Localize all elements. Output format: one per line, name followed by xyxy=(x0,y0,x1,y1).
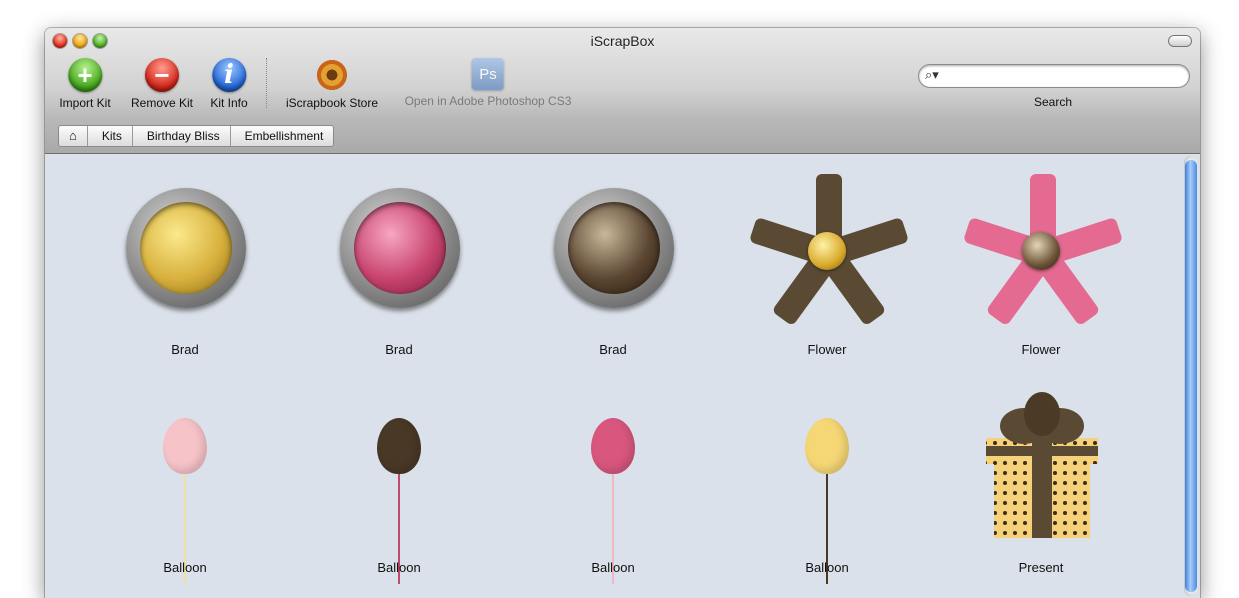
search-input[interactable] xyxy=(947,67,1181,85)
item-label: Balloon xyxy=(805,560,849,575)
info-icon: i xyxy=(211,58,246,92)
plus-icon: + xyxy=(67,58,102,92)
grid-item[interactable]: Balloon xyxy=(110,384,260,598)
toolbar-separator xyxy=(266,58,267,108)
photoshop-icon: Ps xyxy=(471,58,504,90)
breadcrumb-item-kits[interactable]: Kits xyxy=(88,126,133,146)
import-kit-button[interactable]: + Import Kit xyxy=(59,58,111,110)
import-kit-label: Import Kit xyxy=(59,96,111,110)
open-photoshop-label: Open in Adobe Photoshop CS3 xyxy=(404,94,572,108)
present-image xyxy=(986,392,1098,538)
item-label: Brad xyxy=(599,342,627,357)
item-label: Brad xyxy=(385,342,413,357)
item-label: Balloon xyxy=(163,560,207,575)
grid-item[interactable]: Flower xyxy=(748,154,910,384)
app-window: iScrapBox + Import Kit − Remove Kit i Ki… xyxy=(45,28,1200,598)
toolbar-area: iScrapBox + Import Kit − Remove Kit i Ki… xyxy=(45,28,1200,154)
grid-item[interactable]: Balloon xyxy=(752,384,902,598)
grid-item[interactable]: Present xyxy=(966,384,1116,598)
brad-pink-image xyxy=(340,188,460,308)
item-label: Balloon xyxy=(377,560,421,575)
breadcrumb-item-kit[interactable]: Birthday Bliss xyxy=(133,126,231,146)
grid-item[interactable]: Brad xyxy=(324,154,474,384)
toolbar-toggle-button[interactable] xyxy=(1168,35,1192,47)
balloon-yellow-image xyxy=(805,418,849,474)
grid-item[interactable]: Brad xyxy=(538,154,688,384)
remove-kit-label: Remove Kit xyxy=(130,96,194,110)
item-label: Present xyxy=(1018,560,1064,575)
store-label: iScrapbook Store xyxy=(285,96,379,110)
remove-kit-button[interactable]: − Remove Kit xyxy=(131,58,193,110)
kit-info-label: Kit Info xyxy=(210,96,248,110)
balloon-pink-image xyxy=(591,418,635,474)
open-photoshop-button[interactable]: Ps Open in Adobe Photoshop CS3 xyxy=(404,58,572,108)
item-label: Flower xyxy=(807,342,847,357)
breadcrumb: ⌂ Kits Birthday Bliss Embellishment xyxy=(58,125,335,147)
store-button[interactable]: iScrapbook Store xyxy=(286,58,378,110)
item-label: Balloon xyxy=(591,560,635,575)
grid-item[interactable]: Brad xyxy=(110,154,260,384)
item-label: Flower xyxy=(1021,342,1061,357)
home-icon[interactable]: ⌂ xyxy=(59,126,88,146)
grid-item[interactable]: Balloon xyxy=(324,384,474,598)
kit-info-button[interactable]: i Kit Info xyxy=(210,58,248,110)
brad-brown-image xyxy=(554,188,674,308)
brad-gold-image xyxy=(126,188,246,308)
balloon-brown-image xyxy=(377,418,421,474)
grid-item[interactable]: Balloon xyxy=(538,384,688,598)
flower-pink-image xyxy=(956,166,1126,336)
sunflower-icon xyxy=(315,58,349,92)
balloon-pale-pink-image xyxy=(163,418,207,474)
item-label: Brad xyxy=(171,342,199,357)
item-grid: Brad Brad Brad Flower Flower Balloon Bal… xyxy=(45,154,1182,598)
search-label: Search xyxy=(1033,95,1073,109)
search-field[interactable]: ⌕▾ xyxy=(918,64,1190,88)
vertical-scrollbar[interactable] xyxy=(1184,156,1198,596)
breadcrumb-item-category[interactable]: Embellishment xyxy=(231,126,334,146)
flower-brown-image xyxy=(742,166,912,336)
scrollbar-thumb[interactable] xyxy=(1185,160,1197,592)
grid-item[interactable]: Flower xyxy=(962,154,1124,384)
minus-icon: − xyxy=(145,58,179,92)
search-icon: ⌕▾ xyxy=(925,67,939,82)
window-title: iScrapBox xyxy=(590,33,655,49)
